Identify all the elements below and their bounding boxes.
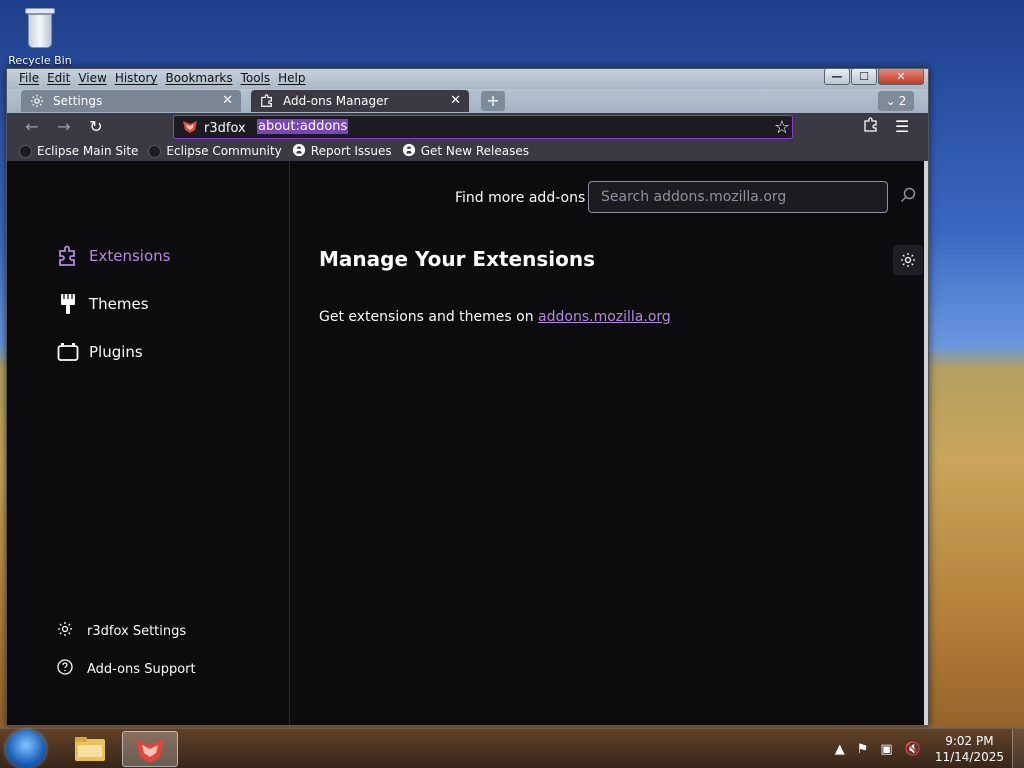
addons-search-input[interactable]: Search addons.mozilla.org: [588, 181, 888, 213]
bookmark-get-new-releases[interactable]: Get New Releases: [402, 143, 529, 160]
recycle-bin-label: Recycle Bin: [8, 54, 72, 67]
menu-history[interactable]: History: [111, 71, 162, 85]
category-themes[interactable]: Themes: [57, 293, 149, 315]
site-identity[interactable]: r3dfox: [182, 119, 246, 137]
menu-help[interactable]: Help: [274, 71, 309, 85]
show-hidden-icons-icon[interactable]: ▲: [835, 742, 845, 757]
clock-time: 9:02 PM: [945, 734, 994, 748]
browser-window: File Edit View History Bookmarks Tools H…: [6, 68, 929, 726]
bookmark-star-icon[interactable]: ☆: [774, 117, 790, 138]
main-panel: Find more add-ons Search addons.mozilla.…: [291, 161, 928, 725]
tab-addons-manager[interactable]: Add-ons Manager ✕: [251, 90, 469, 112]
menu-tools[interactable]: Tools: [237, 71, 275, 85]
tab-count-label: 2: [898, 94, 907, 108]
system-tray: ▲ ⚑ ▣ 🔇 9:02 PM 11/14/2025: [829, 729, 1024, 768]
category-label: Themes: [89, 295, 149, 313]
eclipse-icon: [148, 144, 162, 158]
identity-label: r3dfox: [204, 120, 246, 136]
window-controls: — ☐ ✕: [824, 68, 924, 85]
forward-button[interactable]: →: [53, 117, 75, 137]
find-more-label: Find more add-ons: [455, 190, 586, 206]
tab-label: Settings: [53, 94, 103, 108]
gear-icon: [57, 621, 73, 641]
page-title: Manage Your Extensions: [319, 247, 595, 271]
bookmark-eclipse-community[interactable]: Eclipse Community: [148, 144, 282, 158]
window-edge: [924, 161, 928, 725]
category-label: Extensions: [89, 247, 171, 265]
github-icon: [292, 143, 306, 160]
category-label: Plugins: [89, 343, 143, 361]
brush-icon: [57, 293, 79, 315]
addons-support-link[interactable]: Add-ons Support: [57, 659, 196, 679]
bookmark-label: Report Issues: [310, 144, 392, 158]
taskbar-r3dfox[interactable]: [122, 731, 178, 767]
github-icon: [402, 143, 416, 160]
tools-gear-button[interactable]: [893, 245, 923, 275]
eclipse-icon: [19, 144, 32, 158]
tab-settings[interactable]: Settings ✕: [21, 90, 241, 112]
puzzle-icon: [864, 117, 877, 132]
new-tab-button[interactable]: +: [481, 91, 505, 111]
category-plugins[interactable]: Plugins: [57, 341, 143, 363]
search-icon[interactable]: [900, 187, 916, 206]
amo-link[interactable]: addons.mozilla.org: [538, 309, 671, 325]
gear-icon: [29, 93, 45, 109]
bookmark-report-issues[interactable]: Report Issues: [292, 143, 392, 160]
menu-view[interactable]: View: [74, 71, 110, 85]
side-link-label: r3dfox Settings: [87, 623, 187, 639]
extensions-button[interactable]: [863, 117, 879, 137]
navigation-toolbar: ← → ↻ r3dfox about:addons ☆ ☰: [7, 113, 928, 141]
taskbar-explorer[interactable]: [62, 731, 118, 767]
url-bar[interactable]: r3dfox about:addons ☆: [173, 115, 793, 139]
menu-bar: File Edit View History Bookmarks Tools H…: [15, 71, 310, 85]
volume-muted-icon[interactable]: 🔇: [905, 742, 921, 757]
bookmarks-toolbar: Eclipse Main Site Eclipse Community Repo…: [7, 141, 928, 161]
chevron-down-icon: ⌄: [885, 94, 896, 108]
categories-sidebar: Extensions Themes Plugins r3dfox Setting…: [7, 161, 290, 725]
start-button[interactable]: [6, 730, 46, 768]
side-link-label: Add-ons Support: [87, 661, 196, 677]
bookmark-eclipse-main-site[interactable]: Eclipse Main Site: [19, 144, 138, 158]
taskbar: ▲ ⚑ ▣ 🔇 9:02 PM 11/14/2025: [0, 728, 1024, 768]
r3dfox-icon: [136, 739, 164, 763]
menu-file[interactable]: File: [15, 71, 43, 85]
tab-bar: Settings ✕ Add-ons Manager ✕ + ⌄ 2: [7, 89, 928, 113]
list-all-tabs-button[interactable]: ⌄ 2: [878, 91, 914, 111]
r3dfox-icon: [182, 119, 198, 137]
recycle-bin[interactable]: Recycle Bin: [8, 6, 72, 67]
network-icon[interactable]: ▣: [880, 742, 892, 757]
tab-label: Add-ons Manager: [283, 94, 389, 108]
title-bar: File Edit View History Bookmarks Tools H…: [7, 68, 928, 89]
gear-icon: [901, 253, 915, 267]
minimize-button[interactable]: —: [824, 68, 850, 85]
menu-hamburger-icon[interactable]: ☰: [895, 117, 909, 136]
plugin-icon: [57, 341, 79, 363]
category-extensions[interactable]: Extensions: [57, 245, 170, 267]
close-tab-icon[interactable]: ✕: [222, 93, 233, 108]
r3dfox-settings-link[interactable]: r3dfox Settings: [57, 621, 186, 641]
url-text[interactable]: about:addons: [257, 119, 349, 134]
puzzle-icon: [57, 245, 79, 267]
puzzle-icon: [259, 93, 275, 109]
addons-page: Extensions Themes Plugins r3dfox Setting…: [7, 161, 928, 725]
bookmark-label: Get New Releases: [420, 144, 530, 158]
bookmark-label: Eclipse Main Site: [37, 144, 139, 158]
menu-edit[interactable]: Edit: [43, 71, 74, 85]
show-desktop-button[interactable]: [1012, 729, 1024, 768]
help-icon: [57, 659, 73, 679]
folder-icon: [75, 737, 105, 761]
bookmark-label: Eclipse Community: [166, 144, 282, 158]
maximize-button[interactable]: ☐: [851, 68, 877, 85]
action-center-flag-icon[interactable]: ⚑: [857, 742, 869, 757]
get-extensions-text: Get extensions and themes on addons.mozi…: [319, 309, 671, 325]
back-button[interactable]: ←: [21, 117, 43, 137]
get-text-prefix: Get extensions and themes on: [319, 309, 534, 325]
clock-date: 11/14/2025: [934, 750, 1004, 764]
reload-button[interactable]: ↻: [85, 117, 107, 137]
clock[interactable]: 9:02 PM 11/14/2025: [935, 733, 1004, 765]
menu-bookmarks[interactable]: Bookmarks: [162, 71, 237, 85]
recycle-bin-icon: [23, 6, 57, 50]
close-window-button[interactable]: ✕: [878, 68, 924, 85]
close-tab-icon[interactable]: ✕: [450, 93, 461, 108]
